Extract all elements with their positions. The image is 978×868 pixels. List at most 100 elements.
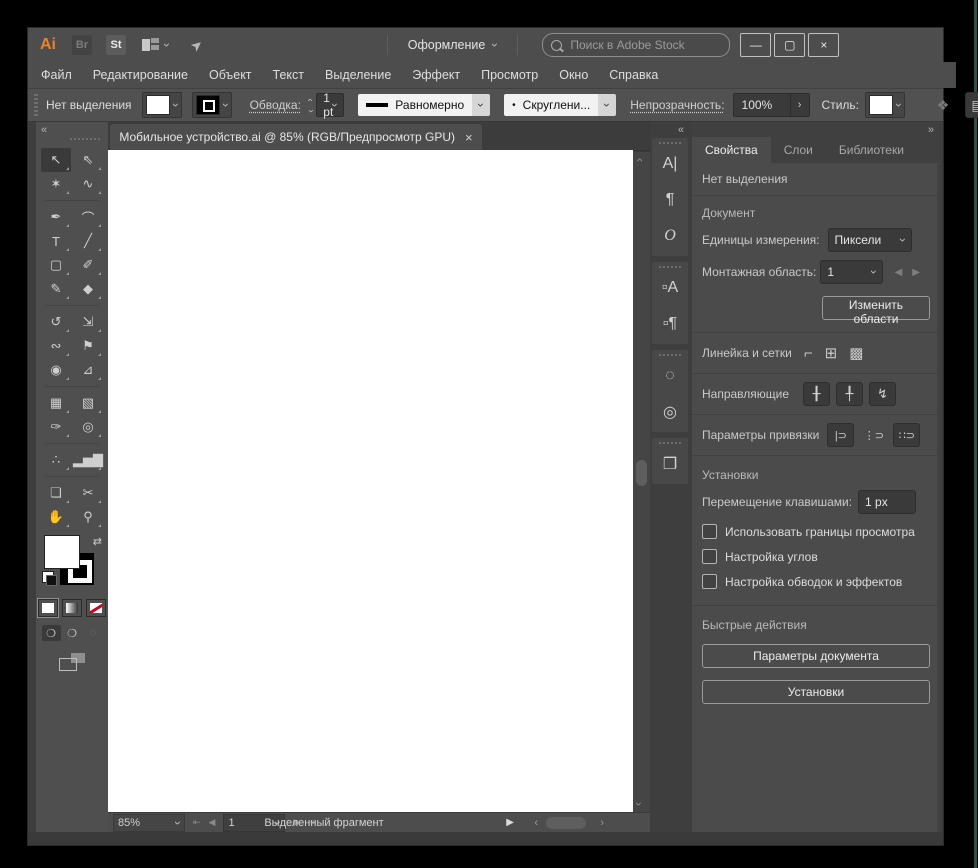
scroll-right-icon[interactable]: › bbox=[600, 817, 604, 829]
drag-handle[interactable] bbox=[652, 350, 688, 358]
menu-type[interactable]: Текст bbox=[273, 68, 304, 82]
vertical-scrollbar[interactable] bbox=[633, 152, 650, 812]
fill-color-dropdown[interactable] bbox=[141, 92, 182, 118]
character-styles-panel-icon[interactable]: ▫A bbox=[652, 270, 688, 306]
zoom-tool[interactable]: ⚲ bbox=[73, 505, 103, 529]
drag-handle[interactable] bbox=[652, 262, 688, 270]
drag-handle[interactable] bbox=[652, 438, 688, 446]
menu-select[interactable]: Выделение bbox=[325, 68, 391, 82]
status-flyout-icon[interactable]: ▶ bbox=[506, 817, 514, 828]
menu-view[interactable]: Просмотр bbox=[481, 68, 538, 82]
stepper-down-icon[interactable] bbox=[306, 109, 316, 112]
panel-tab[interactable]: Слои bbox=[770, 137, 826, 163]
quick-action-button[interactable]: Параметры документа bbox=[702, 644, 930, 668]
minimize-button[interactable]: — bbox=[740, 33, 772, 57]
none-fill-button[interactable] bbox=[86, 599, 106, 617]
hand-tool[interactable]: ✋ bbox=[41, 505, 71, 529]
shaper-tool[interactable]: ✎ bbox=[41, 277, 71, 301]
paragraph-panel-icon[interactable]: ¶ bbox=[652, 182, 688, 218]
scroll-left-icon[interactable]: ‹ bbox=[534, 817, 538, 829]
color-fill-button[interactable] bbox=[37, 598, 59, 618]
shape-builder-tool[interactable]: ◉ bbox=[41, 358, 71, 382]
bridge-icon[interactable]: Br bbox=[72, 35, 92, 55]
grid-icon[interactable]: ⊞ bbox=[825, 344, 838, 362]
drag-handle[interactable] bbox=[652, 138, 688, 146]
swap-fill-stroke-icon[interactable]: ⇄ bbox=[93, 535, 102, 548]
gradient-fill-button[interactable] bbox=[62, 599, 82, 617]
blend-tool[interactable]: ◎ bbox=[73, 415, 103, 439]
transparency-grid-icon[interactable]: ▩ bbox=[849, 344, 863, 362]
edit-artboards-button[interactable]: Изменить области bbox=[822, 296, 930, 326]
horizontal-scroll-thumb[interactable] bbox=[546, 817, 586, 829]
collapse-panels-icon[interactable]: « bbox=[678, 124, 684, 136]
quick-action-button[interactable]: Установки bbox=[702, 680, 930, 704]
panel-tab[interactable]: Библиотеки bbox=[825, 137, 917, 163]
artboards-panel-icon[interactable]: ❒ bbox=[652, 446, 688, 482]
artboard-tool[interactable]: ❏ bbox=[41, 481, 71, 505]
workspace-chevron-icon[interactable] bbox=[161, 43, 173, 47]
symbol-sprayer-tool[interactable]: ∴ bbox=[41, 448, 71, 472]
collapse-panel-icon[interactable]: « bbox=[41, 124, 47, 136]
menu-window[interactable]: Окно bbox=[559, 68, 588, 82]
close-tab-icon[interactable]: × bbox=[465, 130, 473, 145]
opentype-panel-icon[interactable]: O bbox=[652, 218, 688, 254]
lock-guides-icon[interactable]: ╀ bbox=[836, 382, 864, 406]
line-segment-tool[interactable]: ╱ bbox=[73, 229, 103, 253]
type-tool[interactable]: T bbox=[41, 229, 71, 253]
brush-definition-dropdown[interactable]: • Скруглени... bbox=[504, 94, 617, 116]
stroke-width-stepper[interactable] bbox=[309, 95, 312, 116]
graph-tool[interactable]: ▂▅▇ bbox=[73, 448, 103, 472]
snap-to-point-icon[interactable]: |⊃ bbox=[827, 423, 855, 447]
checkbox[interactable] bbox=[702, 524, 717, 539]
stock-icon[interactable]: St bbox=[106, 35, 126, 55]
checkbox[interactable] bbox=[702, 574, 717, 589]
artboard-dropdown[interactable]: 1 bbox=[820, 260, 883, 284]
scroll-down-icon[interactable] bbox=[633, 802, 645, 806]
ruler-icon[interactable]: ⌐ bbox=[804, 345, 813, 362]
artboard-canvas[interactable] bbox=[108, 150, 633, 812]
vertical-scroll-thumb[interactable] bbox=[636, 460, 647, 486]
width-profile-dropdown[interactable]: Равномерно bbox=[358, 94, 491, 116]
paintbrush-tool[interactable]: ✐ bbox=[73, 253, 103, 277]
snap-cursor-icon[interactable]: ↯ bbox=[869, 382, 897, 406]
document-tab[interactable]: Мобильное устройство.ai @ 85% (RGB/Предп… bbox=[110, 124, 482, 150]
workspace-switcher[interactable]: Оформление bbox=[375, 35, 531, 55]
curvature-tool[interactable]: ⌒ bbox=[73, 205, 103, 229]
panel-scrollbar[interactable] bbox=[937, 164, 940, 832]
rectangle-tool[interactable]: ▢ bbox=[41, 253, 71, 277]
menu-object[interactable]: Объект bbox=[209, 68, 252, 82]
mesh-tool[interactable]: ▦ bbox=[41, 391, 71, 415]
eyedropper-tool[interactable]: ✑ bbox=[41, 415, 71, 439]
draw-normal-icon[interactable]: ❍ bbox=[41, 625, 61, 641]
puppet-warp-tool[interactable]: ⚑ bbox=[73, 334, 103, 358]
share-rocket-icon[interactable] bbox=[187, 35, 207, 56]
character-panel-icon[interactable]: A| bbox=[652, 146, 688, 182]
stepper-up-icon[interactable] bbox=[306, 98, 316, 101]
screen-mode-button[interactable] bbox=[59, 653, 85, 671]
adobe-stock-search-input[interactable]: Поиск в Adobe Stock bbox=[542, 33, 731, 57]
close-button[interactable]: × bbox=[808, 33, 840, 57]
menu-edit[interactable]: Редактирование bbox=[93, 68, 188, 82]
graphic-style-dropdown[interactable] bbox=[864, 92, 905, 118]
drag-handle[interactable] bbox=[34, 94, 38, 116]
panel-tab[interactable]: Свойства bbox=[692, 137, 771, 163]
units-dropdown[interactable]: Пиксели bbox=[827, 228, 912, 252]
direct-selection-tool[interactable]: ⇖ bbox=[73, 148, 103, 172]
snap-to-grid-icon[interactable]: ⋮⊃ bbox=[860, 423, 887, 447]
menu-effect[interactable]: Эффект bbox=[412, 68, 460, 82]
default-colors-icon[interactable] bbox=[42, 571, 57, 586]
collapse-panel-group-icon[interactable]: » bbox=[928, 124, 934, 136]
menu-file[interactable]: Файл bbox=[41, 68, 72, 82]
drag-handle[interactable] bbox=[70, 138, 100, 140]
stroke-panel-link[interactable]: Обводка: bbox=[250, 98, 301, 112]
arrange-documents-icon[interactable]: ▤ bbox=[964, 92, 978, 118]
gradient-tool[interactable]: ▧ bbox=[73, 391, 103, 415]
scale-tool[interactable]: ⇲ bbox=[73, 310, 103, 334]
stroke-width-dropdown[interactable]: 1 pt bbox=[316, 91, 345, 119]
fill-proxy-swatch[interactable] bbox=[44, 535, 80, 569]
pen-tool[interactable]: ✒ bbox=[41, 205, 71, 229]
stroke-color-dropdown[interactable] bbox=[191, 92, 232, 118]
opacity-field[interactable]: 100% › bbox=[732, 93, 810, 117]
rotate-tool[interactable]: ↺ bbox=[41, 310, 71, 334]
selection-tool[interactable]: ↖ bbox=[41, 148, 71, 172]
